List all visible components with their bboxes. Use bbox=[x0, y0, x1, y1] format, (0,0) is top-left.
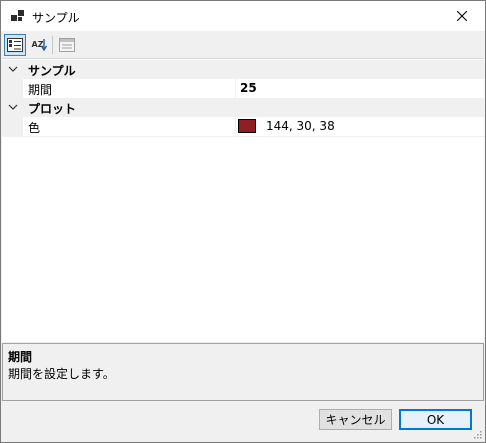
property-value-color[interactable]: 144, 30, 38 bbox=[266, 119, 335, 133]
cancel-button[interactable]: キャンセル bbox=[319, 409, 392, 430]
property-pages-button[interactable] bbox=[56, 34, 78, 56]
close-icon bbox=[457, 11, 467, 21]
property-name: 期間 bbox=[28, 83, 53, 97]
category-label: プロット bbox=[28, 102, 77, 116]
category-plot[interactable]: プロット bbox=[2, 98, 484, 117]
property-toolbar: AZ bbox=[1, 32, 485, 58]
column-divider[interactable] bbox=[235, 117, 236, 136]
window-title: サンプル bbox=[32, 11, 80, 25]
help-panel: 期間 期間を設定します。 bbox=[2, 343, 484, 401]
chevron-down-icon[interactable] bbox=[8, 102, 18, 112]
help-title: 期間 bbox=[8, 350, 33, 364]
category-sample[interactable]: サンプル bbox=[2, 60, 484, 79]
chevron-down-icon[interactable] bbox=[8, 64, 18, 74]
title-bar[interactable]: サンプル bbox=[1, 1, 485, 31]
ok-button[interactable]: OK bbox=[399, 409, 472, 430]
dialog-window: サンプル AZ サンプル 期間 25 プロット 色 144, 30, 38 期間… bbox=[0, 0, 486, 443]
sort-down-arrow-icon bbox=[40, 39, 47, 51]
resize-grip-icon[interactable] bbox=[472, 429, 482, 439]
property-grid[interactable]: サンプル 期間 25 プロット 色 144, 30, 38 bbox=[2, 58, 484, 342]
row-margin bbox=[2, 79, 23, 98]
column-divider[interactable] bbox=[235, 79, 236, 98]
row-margin bbox=[2, 117, 23, 136]
help-description: 期間を設定します。 bbox=[8, 367, 115, 381]
az-sort-icon: AZ bbox=[31, 40, 44, 49]
property-name: 色 bbox=[28, 121, 41, 135]
alphabetical-button[interactable]: AZ bbox=[28, 34, 50, 56]
property-pages-icon bbox=[59, 38, 75, 52]
categorized-button[interactable] bbox=[4, 34, 26, 56]
property-value-period[interactable]: 25 bbox=[240, 81, 257, 95]
close-button[interactable] bbox=[439, 1, 485, 31]
property-row-color[interactable]: 色 144, 30, 38 bbox=[2, 117, 484, 137]
toolbar-separator bbox=[52, 36, 53, 54]
category-label: サンプル bbox=[28, 64, 76, 78]
color-swatch[interactable] bbox=[238, 119, 256, 133]
categorized-icon bbox=[7, 38, 23, 52]
property-row-period[interactable]: 期間 25 bbox=[2, 79, 484, 99]
app-icon bbox=[11, 10, 24, 21]
